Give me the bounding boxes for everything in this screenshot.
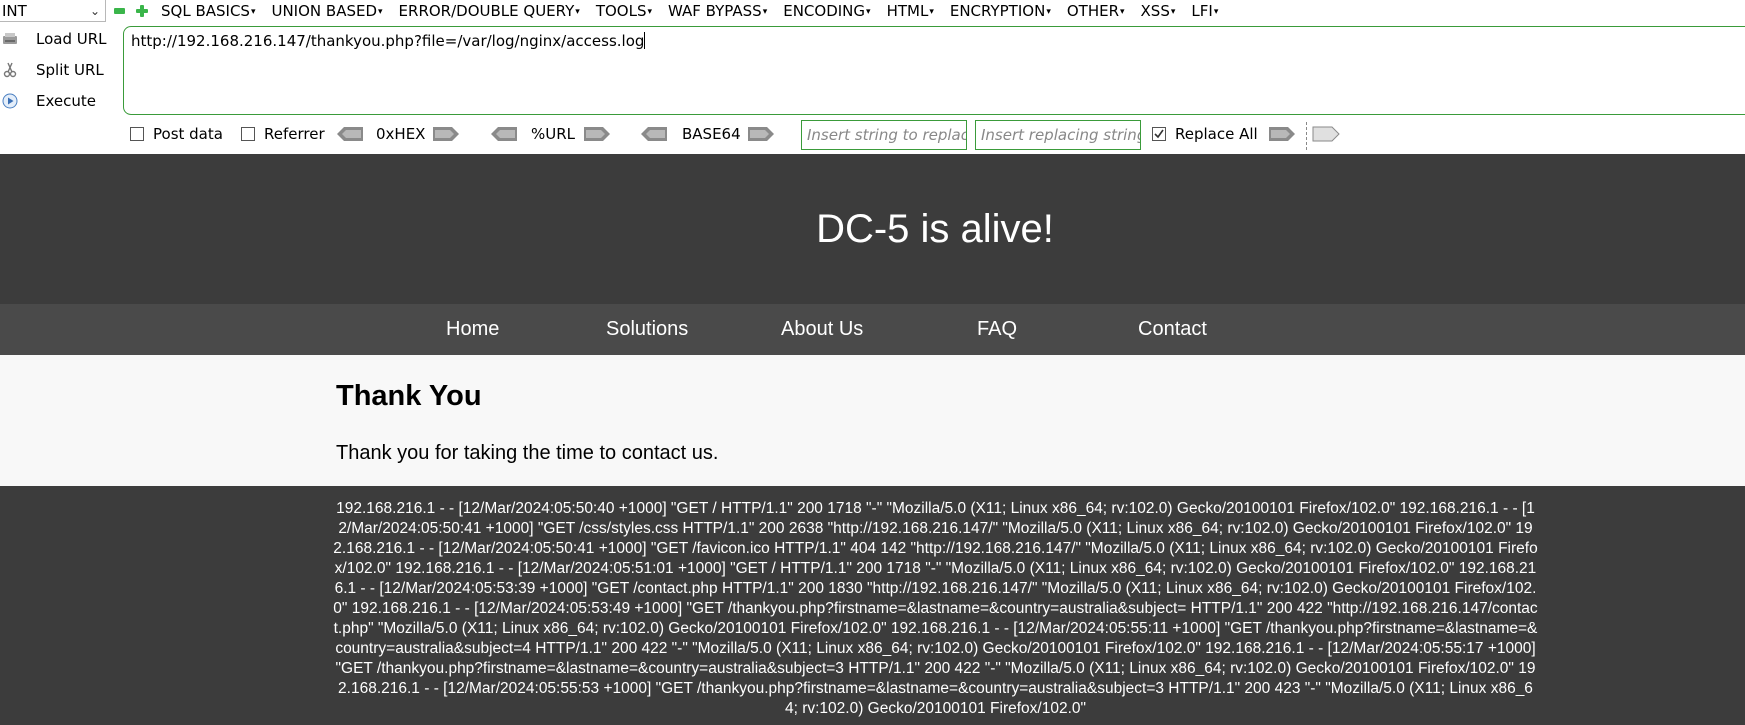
replace-arrow-icon[interactable] bbox=[1268, 126, 1296, 142]
menu-sql-basics[interactable]: SQL BASICS▾ bbox=[161, 0, 255, 22]
hex-decode-arrow-icon[interactable] bbox=[336, 126, 364, 142]
caret-down-icon: ▾ bbox=[250, 7, 256, 17]
caret-down-icon: ▾ bbox=[1120, 7, 1125, 17]
hackbar-toolbar: INT ⌄ SQL BASICS▾ UNION BASED▾ ERROR/DOU… bbox=[0, 0, 1745, 154]
base64-decode-arrow-icon[interactable] bbox=[640, 126, 668, 142]
url-decode-arrow-icon[interactable] bbox=[490, 126, 518, 142]
plus-icon[interactable] bbox=[136, 5, 148, 17]
replacing-string-input[interactable]: Insert replacing string bbox=[975, 120, 1141, 150]
menu-encoding[interactable]: ENCODING▾ bbox=[783, 0, 870, 22]
included-log-output: 192.168.216.1 - - [12/Mar/2024:05:50:40 … bbox=[0, 486, 1745, 725]
replacing-string-placeholder: Insert replacing string bbox=[981, 126, 1141, 144]
injection-type-select[interactable]: INT ⌄ bbox=[0, 0, 106, 22]
hackbar-menu: SQL BASICS▾ UNION BASED▾ ERROR/DOUBLE QU… bbox=[161, 0, 1234, 22]
scissors-icon bbox=[3, 62, 17, 78]
hackbar-options: Post data Referrer 0xHEX %URL BASE64 Ins… bbox=[0, 118, 1745, 150]
chevron-down-icon: ⌄ bbox=[89, 4, 100, 18]
hex-label: 0xHEX bbox=[376, 125, 426, 143]
access-log-text: 192.168.216.1 - - [12/Mar/2024:05:50:40 … bbox=[333, 500, 1538, 717]
url-label: %URL bbox=[531, 125, 576, 143]
nav-about-us[interactable]: About Us bbox=[781, 318, 863, 341]
play-icon bbox=[2, 93, 18, 109]
caret-down-icon: ▾ bbox=[575, 7, 580, 17]
text-cursor bbox=[644, 32, 646, 49]
load-url-icon bbox=[3, 33, 17, 44]
url-encode-arrow-icon[interactable] bbox=[583, 126, 611, 142]
load-url-button[interactable]: Load URL bbox=[0, 25, 110, 53]
replace-string-placeholder: Insert string to replace bbox=[807, 126, 967, 144]
menu-waf-bypass[interactable]: WAF BYPASS▾ bbox=[668, 0, 767, 22]
replace-string-input[interactable]: Insert string to replace bbox=[801, 120, 967, 150]
menu-other[interactable]: OTHER▾ bbox=[1067, 0, 1125, 22]
caret-down-icon: ▾ bbox=[929, 7, 934, 17]
caret-down-icon: ▾ bbox=[866, 7, 871, 17]
caret-down-icon: ▾ bbox=[1046, 7, 1051, 17]
execute-label: Execute bbox=[36, 92, 96, 110]
nav-contact[interactable]: Contact bbox=[1138, 318, 1207, 341]
menu-error-double-query[interactable]: ERROR/DOUBLE QUERY▾ bbox=[399, 0, 580, 22]
post-data-checkbox[interactable] bbox=[130, 127, 144, 141]
thank-you-message: Thank you for taking the time to contact… bbox=[336, 442, 719, 464]
menu-encryption[interactable]: ENCRYPTION▾ bbox=[950, 0, 1051, 22]
split-url-label: Split URL bbox=[36, 61, 104, 79]
caret-down-icon: ▾ bbox=[762, 7, 768, 17]
caret-down-icon: ▾ bbox=[378, 7, 383, 17]
caret-down-icon: ▾ bbox=[647, 7, 652, 17]
menu-union-based[interactable]: UNION BASED▾ bbox=[271, 0, 382, 22]
menu-lfi[interactable]: LFI▾ bbox=[1191, 0, 1218, 22]
menu-xss[interactable]: XSS▾ bbox=[1141, 0, 1176, 22]
referrer-checkbox[interactable] bbox=[241, 127, 255, 141]
url-text: http://192.168.216.147/thankyou.php?file… bbox=[131, 32, 645, 50]
main-content: Thank You Thank you for taking the time … bbox=[0, 355, 1745, 486]
page-heading: Thank You bbox=[336, 380, 482, 412]
hex-encode-arrow-icon[interactable] bbox=[432, 126, 460, 142]
replace-all-label: Replace All bbox=[1175, 125, 1258, 143]
url-textarea[interactable]: http://192.168.216.147/thankyou.php?file… bbox=[123, 26, 1745, 115]
caret-down-icon: ▾ bbox=[1170, 7, 1176, 17]
caret-down-icon: ▾ bbox=[1213, 7, 1219, 17]
nav-solutions[interactable]: Solutions bbox=[606, 318, 688, 341]
base64-encode-arrow-icon[interactable] bbox=[747, 126, 775, 142]
menu-tools[interactable]: TOOLS▾ bbox=[596, 0, 652, 22]
type-select-value: INT bbox=[2, 2, 27, 20]
reverse-replace-arrow-icon[interactable] bbox=[1312, 126, 1340, 142]
site-nav: Home Solutions About Us FAQ Contact bbox=[0, 304, 1745, 355]
site-title: DC-5 is alive! bbox=[816, 207, 1054, 251]
nav-faq[interactable]: FAQ bbox=[977, 318, 1017, 341]
menu-html[interactable]: HTML▾ bbox=[887, 0, 934, 22]
execute-button[interactable]: Execute bbox=[0, 87, 110, 115]
toolbar-separator bbox=[1306, 122, 1307, 150]
replace-all-checkbox[interactable] bbox=[1152, 127, 1166, 141]
checkmark-icon bbox=[1154, 129, 1164, 139]
load-url-label: Load URL bbox=[36, 30, 107, 48]
referrer-label: Referrer bbox=[264, 125, 325, 143]
site-header: DC-5 is alive! bbox=[0, 154, 1745, 304]
minus-icon[interactable] bbox=[114, 8, 125, 14]
base64-label: BASE64 bbox=[682, 125, 741, 143]
split-url-button[interactable]: Split URL bbox=[0, 56, 110, 84]
post-data-label: Post data bbox=[153, 125, 223, 143]
nav-home[interactable]: Home bbox=[446, 318, 499, 341]
